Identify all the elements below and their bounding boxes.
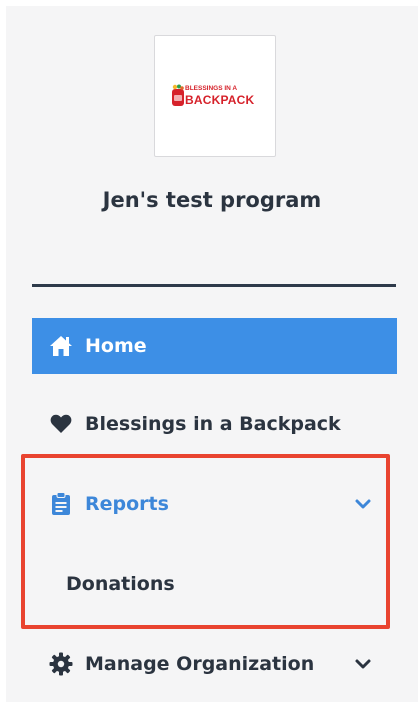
chevron-down-icon[interactable]: [353, 494, 373, 514]
sidebar: Blessings in a Backpack Jen's test progr…: [6, 6, 418, 702]
home-icon: [48, 333, 74, 359]
nav-item-blessings-in-a-backpack[interactable]: Blessings in a Backpack: [32, 396, 397, 452]
gear-icon: [48, 651, 74, 677]
program-name: Jen's test program: [102, 188, 322, 212]
nav-item-home[interactable]: Home: [32, 318, 397, 374]
nav-item-home-label: Home: [85, 335, 147, 357]
nav-subitem-donations[interactable]: Donations: [32, 556, 397, 612]
heart-icon: [48, 411, 74, 437]
clipboard-icon: [48, 491, 74, 517]
backpack-logo-icon: [172, 84, 184, 106]
program-logo: Blessings in a Backpack: [154, 35, 276, 157]
nav-item-reports[interactable]: Reports: [32, 476, 397, 532]
divider: [32, 284, 396, 287]
logo-line-2: Backpack: [185, 93, 255, 107]
nav-item-manage-label: Manage Organization: [85, 653, 315, 675]
nav-item-blessings-label: Blessings in a Backpack: [85, 413, 341, 435]
nav-subitem-donations-label: Donations: [66, 573, 175, 595]
nav-item-manage-organization[interactable]: Manage Organization: [32, 636, 397, 692]
logo-wordmark: Blessings in a Backpack: [185, 83, 265, 106]
chevron-down-icon[interactable]: [353, 654, 373, 674]
nav-item-reports-label: Reports: [85, 493, 169, 515]
